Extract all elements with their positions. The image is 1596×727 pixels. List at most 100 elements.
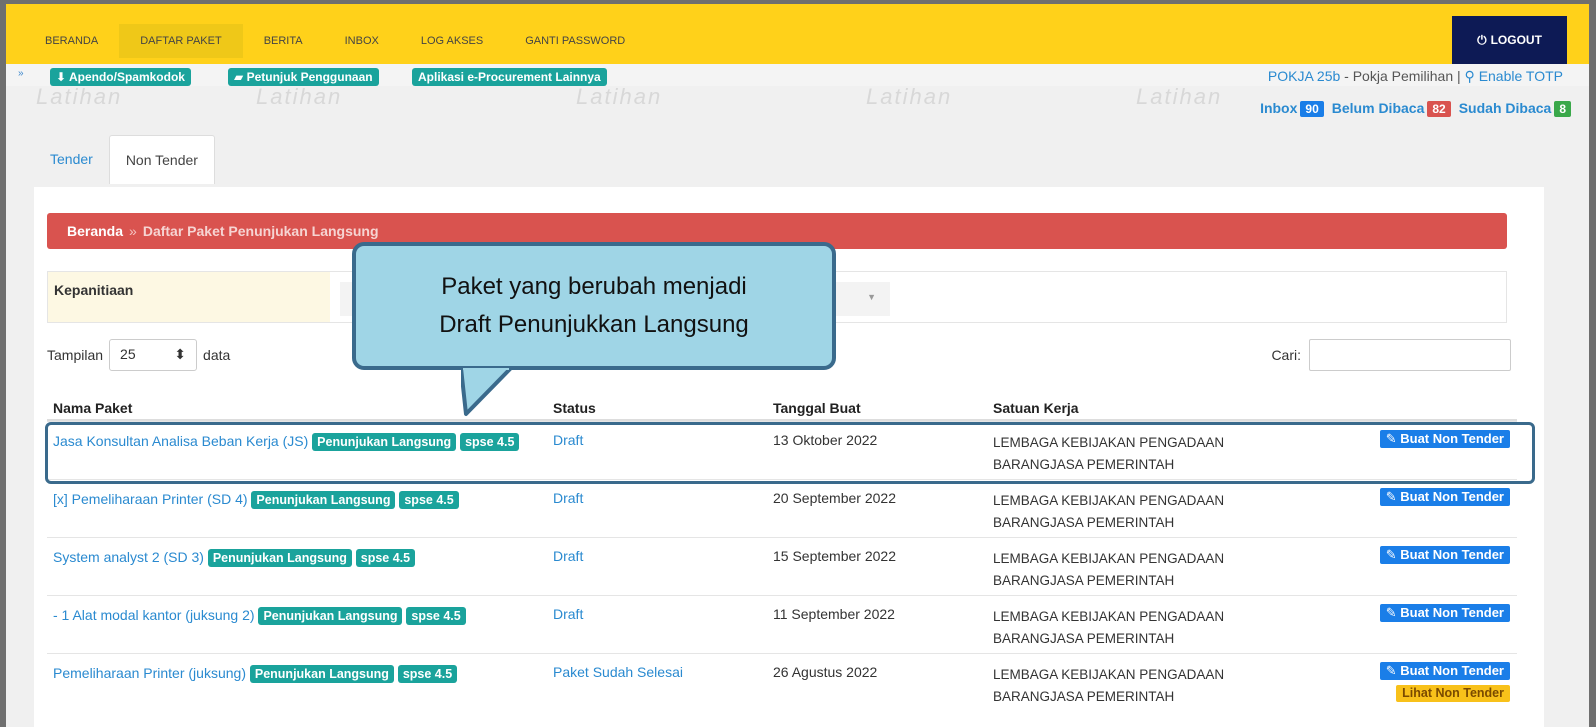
actions: ✎ Buat Non Tender xyxy=(1358,488,1510,506)
chevron-down-icon: ▼ xyxy=(867,292,876,302)
version-badge: spse 4.5 xyxy=(406,607,466,625)
belum-dibaca-link[interactable]: Belum Dibaca 82 xyxy=(1332,100,1451,117)
tanggal: 15 September 2022 xyxy=(773,548,896,564)
satker: LEMBAGA KEBIJAKAN PENGADAAN BARANGJASA PE… xyxy=(993,548,1293,592)
petunjuk-label: Petunjuk Penggunaan xyxy=(246,70,373,84)
page-length-value: 25 xyxy=(120,346,136,362)
page-length: Tampilan 25 ⬍ data xyxy=(47,339,230,371)
col-tanggal-buat[interactable]: Tanggal Buat xyxy=(773,400,861,416)
sudah-label: Sudah Dibaca xyxy=(1458,100,1552,116)
paket-name: System analyst 2 (SD 3) Penunjukan Langs… xyxy=(53,546,533,568)
page-frame: BERANDA DAFTAR PAKET BERITA INBOX LOG AK… xyxy=(6,4,1589,727)
sudah-dibaca-link[interactable]: Sudah Dibaca 8 xyxy=(1459,100,1571,117)
callout-line2: Draft Penunjukkan Langsung xyxy=(439,311,749,338)
paket-name: - 1 Alat modal kantor (juksung 2) Penunj… xyxy=(53,604,533,626)
paket-link[interactable]: Pemeliharaan Printer (juksung) xyxy=(53,665,246,681)
top-nav: BERANDA DAFTAR PAKET BERITA INBOX LOG AK… xyxy=(6,4,1589,64)
tampilan-suffix: data xyxy=(203,347,231,363)
col-status[interactable]: Status xyxy=(553,400,596,416)
enable-totp-link[interactable]: Enable TOTP xyxy=(1479,68,1563,84)
apendo-label: Apendo/Spamkodok xyxy=(68,70,185,84)
col-satuan-kerja[interactable]: Satuan Kerja xyxy=(993,400,1079,416)
breadcrumb-home[interactable]: Beranda xyxy=(67,223,123,239)
satker-line2: BARANGJASA PEMERINTAH xyxy=(993,631,1175,646)
nav-ganti-password[interactable]: GANTI PASSWORD xyxy=(504,24,646,58)
satker-line2: BARANGJASA PEMERINTAH xyxy=(993,515,1175,530)
user-info: POKJA 25b - Pokja Pemilihan | ⚲ Enable T… xyxy=(1268,68,1563,85)
nav-daftar-paket[interactable]: DAFTAR PAKET xyxy=(119,24,243,58)
metode-badge: Penunjukan Langsung xyxy=(249,665,394,683)
page-length-select[interactable]: 25 ⬍ xyxy=(109,339,198,371)
pokja-link[interactable]: POKJA 25b xyxy=(1268,68,1340,84)
paket-link[interactable]: System analyst 2 (SD 3) xyxy=(53,549,204,565)
satker-line2: BARANGJASA PEMERINTAH xyxy=(993,689,1175,704)
callout-bubble: Paket yang berubah menjadi Draft Penunju… xyxy=(352,242,836,370)
actions: ✎ Buat Non Tender xyxy=(1358,604,1510,622)
belum-label: Belum Dibaca xyxy=(1331,100,1425,116)
callout-tail-join xyxy=(463,368,509,370)
collapse-icon[interactable]: » xyxy=(18,68,24,79)
satker-line1: LEMBAGA KEBIJAKAN PENGADAAN xyxy=(993,551,1225,566)
buat-label: Buat Non Tender xyxy=(1400,605,1504,620)
buat-label: Buat Non Tender xyxy=(1400,547,1504,562)
version-badge: spse 4.5 xyxy=(355,549,416,567)
tampilan-label: Tampilan xyxy=(47,347,104,363)
power-icon: ⏻ xyxy=(1477,32,1487,47)
paket-link[interactable]: - 1 Alat modal kantor (juksung 2) xyxy=(53,607,255,623)
status-link[interactable]: Draft xyxy=(553,548,583,564)
kepanitiaan-label: Kepanitiaan xyxy=(48,272,330,322)
inbox-label: Inbox xyxy=(1260,100,1298,116)
table-row: [x] Pemeliharaan Printer (SD 4) Penunjuk… xyxy=(47,479,1517,537)
search-input[interactable] xyxy=(1309,339,1511,371)
breadcrumb-sep: » xyxy=(129,223,137,239)
paket-name: Pemeliharaan Printer (juksung) Penunjuka… xyxy=(53,662,533,684)
nav-log-akses[interactable]: LOG AKSES xyxy=(400,24,504,58)
book-icon: ▰ xyxy=(234,70,244,84)
nav-inbox[interactable]: INBOX xyxy=(324,24,400,58)
buat-non-tender-button[interactable]: ✎ Buat Non Tender xyxy=(1379,604,1510,622)
status-link[interactable]: Draft xyxy=(553,490,583,506)
satker: LEMBAGA KEBIJAKAN PENGADAAN BARANGJASA PE… xyxy=(993,664,1293,708)
version-badge: spse 4.5 xyxy=(397,665,458,683)
buat-non-tender-button[interactable]: ✎ Buat Non Tender xyxy=(1379,546,1510,564)
actions: ✎ Buat Non Tender xyxy=(1358,546,1510,564)
breadcrumb-current: Daftar Paket Penunjukan Langsung xyxy=(142,223,379,239)
search-area: Cari: xyxy=(1271,339,1511,371)
table-header: Nama Paket Status Tanggal Buat Satuan Ke… xyxy=(47,389,1517,421)
satker-line2: BARANGJASA PEMERINTAH xyxy=(993,573,1175,588)
sub-bar: » ⬇ Apendo/Spamkodok ▰ Petunjuk Pengguna… xyxy=(6,64,1589,86)
aplikasi-label: Aplikasi e-Procurement Lainnya xyxy=(418,70,601,84)
metode-badge: Penunjukan Langsung xyxy=(251,491,396,509)
callout-tail-shape xyxy=(461,368,513,416)
satker-line1: LEMBAGA KEBIJAKAN PENGADAAN xyxy=(993,493,1225,508)
callout-tail xyxy=(461,368,513,416)
tab-tender[interactable]: Tender xyxy=(34,135,109,184)
tanggal: 26 Agustus 2022 xyxy=(773,664,878,680)
status-link[interactable]: Paket Sudah Selesai xyxy=(553,664,683,680)
search-label: Cari: xyxy=(1271,347,1301,363)
satker-line1: LEMBAGA KEBIJAKAN PENGADAAN xyxy=(993,609,1225,624)
nav-beranda[interactable]: BERANDA xyxy=(24,24,119,58)
tab-bar: Tender Non Tender xyxy=(34,135,215,184)
nav-berita[interactable]: BERITA xyxy=(243,24,324,58)
satker-line1: LEMBAGA KEBIJAKAN PENGADAAN xyxy=(993,667,1225,682)
watermark: Latihan xyxy=(1136,84,1223,109)
buat-non-tender-button[interactable]: ✎ Buat Non Tender xyxy=(1379,662,1510,680)
logout-button[interactable]: ⏻ LOGOUT xyxy=(1452,16,1567,64)
tanggal: 20 September 2022 xyxy=(773,490,896,506)
watermark: Latihan xyxy=(576,84,663,109)
col-nama-paket[interactable]: Nama Paket xyxy=(53,400,132,416)
buat-label: Buat Non Tender xyxy=(1400,663,1504,678)
edit-icon: ✎ xyxy=(1385,663,1397,678)
sudah-count: 8 xyxy=(1554,101,1571,117)
logout-label: LOGOUT xyxy=(1490,33,1542,47)
paket-link[interactable]: [x] Pemeliharaan Printer (SD 4) xyxy=(53,491,248,507)
key-icon: ⚲ xyxy=(1464,68,1479,84)
inbox-link[interactable]: Inbox 90 xyxy=(1260,100,1324,117)
lihat-non-tender-button[interactable]: Lihat Non Tender xyxy=(1396,685,1510,702)
inbox-count: 90 xyxy=(1300,101,1324,117)
tab-non-tender[interactable]: Non Tender xyxy=(108,135,215,184)
status-link[interactable]: Draft xyxy=(553,606,583,622)
actions: ✎ Buat Non Tender Lihat Non Tender xyxy=(1358,662,1510,702)
buat-non-tender-button[interactable]: ✎ Buat Non Tender xyxy=(1379,488,1510,506)
